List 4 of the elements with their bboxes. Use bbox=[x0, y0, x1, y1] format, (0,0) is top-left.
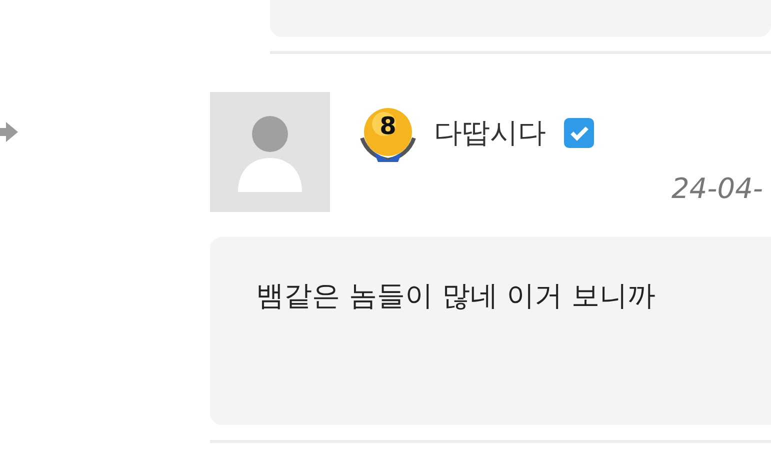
comment-text: 뱀같은 놈들이 많네 이거 보니까 bbox=[256, 279, 656, 312]
author-name: 다땁시다 bbox=[434, 115, 546, 151]
reply-arrow-icon bbox=[0, 120, 18, 144]
comment-date: 24-04- bbox=[672, 172, 763, 205]
